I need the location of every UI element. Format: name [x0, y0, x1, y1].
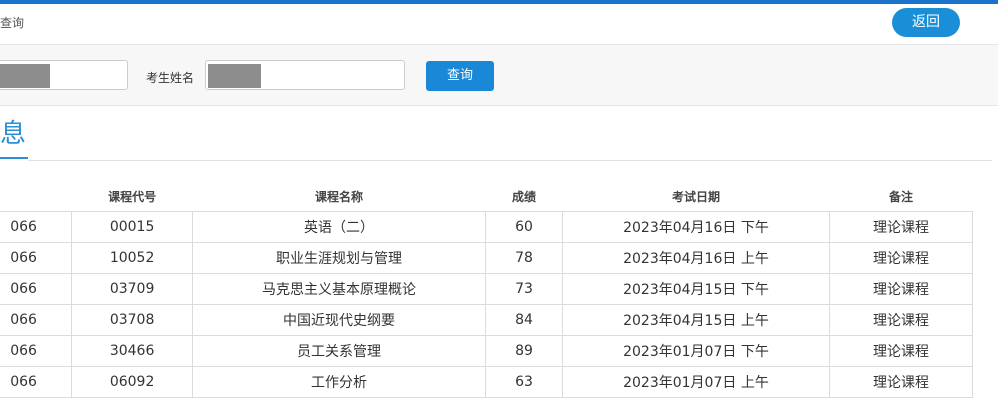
section-title: 息	[0, 119, 27, 149]
table-cell-name: 中国近现代史纲要	[191, 304, 487, 336]
table-header-row: 课程代号 课程名称 成绩 考试日期 备注	[0, 181, 973, 212]
table-cell-score: 73	[485, 273, 563, 305]
table-cell-code: 03708	[71, 304, 193, 336]
table-cell-prefix: 066	[0, 273, 73, 305]
table-cell-name: 工作分析	[191, 366, 487, 398]
name-input[interactable]	[205, 60, 405, 90]
table-row: 066 10052 职业生涯规划与管理 78 2023年04月16日 上午 理论课程	[0, 242, 973, 274]
redacted-value	[0, 64, 50, 88]
table-cell-prefix: 066	[0, 211, 73, 243]
id-number-input[interactable]	[0, 60, 128, 90]
table-cell-note: 理论课程	[829, 242, 973, 274]
table-cell-date: 2023年01月07日 上午	[561, 366, 831, 398]
back-button[interactable]: 返回	[892, 8, 960, 37]
table-row: 066 03708 中国近现代史纲要 84 2023年04月15日 上午 理论课程	[0, 304, 973, 336]
column-header: 成绩	[511, 189, 536, 204]
table-cell-score: 84	[485, 304, 563, 336]
table-cell-name: 职业生涯规划与管理	[191, 242, 487, 274]
table-row: 066 30466 员工关系管理 89 2023年01月07日 下午 理论课程	[0, 335, 973, 367]
table-cell-date: 2023年04月15日 上午	[561, 304, 831, 336]
table-cell-note: 理论课程	[829, 273, 973, 305]
table-cell-note: 理论课程	[829, 211, 973, 243]
name-field-label: 考生姓名	[146, 71, 195, 85]
table-cell-note: 理论课程	[829, 304, 973, 336]
table-cell-code: 03709	[71, 273, 193, 305]
table-cell-score: 63	[485, 366, 563, 398]
table-row: 066 03709 马克思主义基本原理概论 73 2023年04月15日 下午 理论课程	[0, 273, 973, 305]
column-header: 考试日期	[671, 189, 720, 204]
table-cell-prefix: 066	[0, 366, 73, 398]
bottom-edge	[0, 398, 998, 402]
section-divider	[28, 160, 992, 161]
table-cell-score: 60	[485, 211, 563, 243]
table-cell-date: 2023年04月15日 下午	[561, 273, 831, 305]
table-cell-score: 89	[485, 335, 563, 367]
table-row: 066 06092 工作分析 63 2023年01月07日 上午 理论课程	[0, 366, 973, 398]
column-header: 备注	[889, 189, 914, 204]
table-cell-name: 马克思主义基本原理概论	[191, 273, 487, 305]
column-header: 课程代号	[108, 189, 157, 204]
table-cell-prefix: 066	[0, 304, 73, 336]
search-bar: 考生姓名 查询	[0, 45, 998, 106]
score-table: 课程代号 课程名称 成绩 考试日期 备注 066 00015 英语（二） 60 2023…	[0, 181, 973, 398]
table-cell-note: 理论课程	[829, 366, 973, 398]
column-header: 课程名称	[315, 189, 364, 204]
header-bar: 查询 返回	[0, 4, 998, 45]
redacted-value	[208, 64, 261, 88]
table-cell-code: 30466	[71, 335, 193, 367]
table-cell-code: 00015	[71, 211, 193, 243]
table-cell-date: 2023年04月16日 上午	[561, 242, 831, 274]
table-row: 066 00015 英语（二） 60 2023年04月16日 下午 理论课程	[0, 211, 973, 243]
table-cell-prefix: 066	[0, 242, 73, 274]
query-button[interactable]: 查询	[426, 61, 494, 91]
table-cell-prefix: 066	[0, 335, 73, 367]
column-header-prefix	[0, 181, 72, 212]
table-cell-score: 78	[485, 242, 563, 274]
table-cell-code: 10052	[71, 242, 193, 274]
table-cell-code: 06092	[71, 366, 193, 398]
table-cell-date: 2023年04月16日 下午	[561, 211, 831, 243]
table-cell-name: 员工关系管理	[191, 335, 487, 367]
section-title-underline	[0, 157, 28, 159]
breadcrumb: 查询	[0, 16, 25, 30]
table-cell-note: 理论课程	[829, 335, 973, 367]
table-cell-name: 英语（二）	[191, 211, 487, 243]
table-cell-date: 2023年01月07日 下午	[561, 335, 831, 367]
